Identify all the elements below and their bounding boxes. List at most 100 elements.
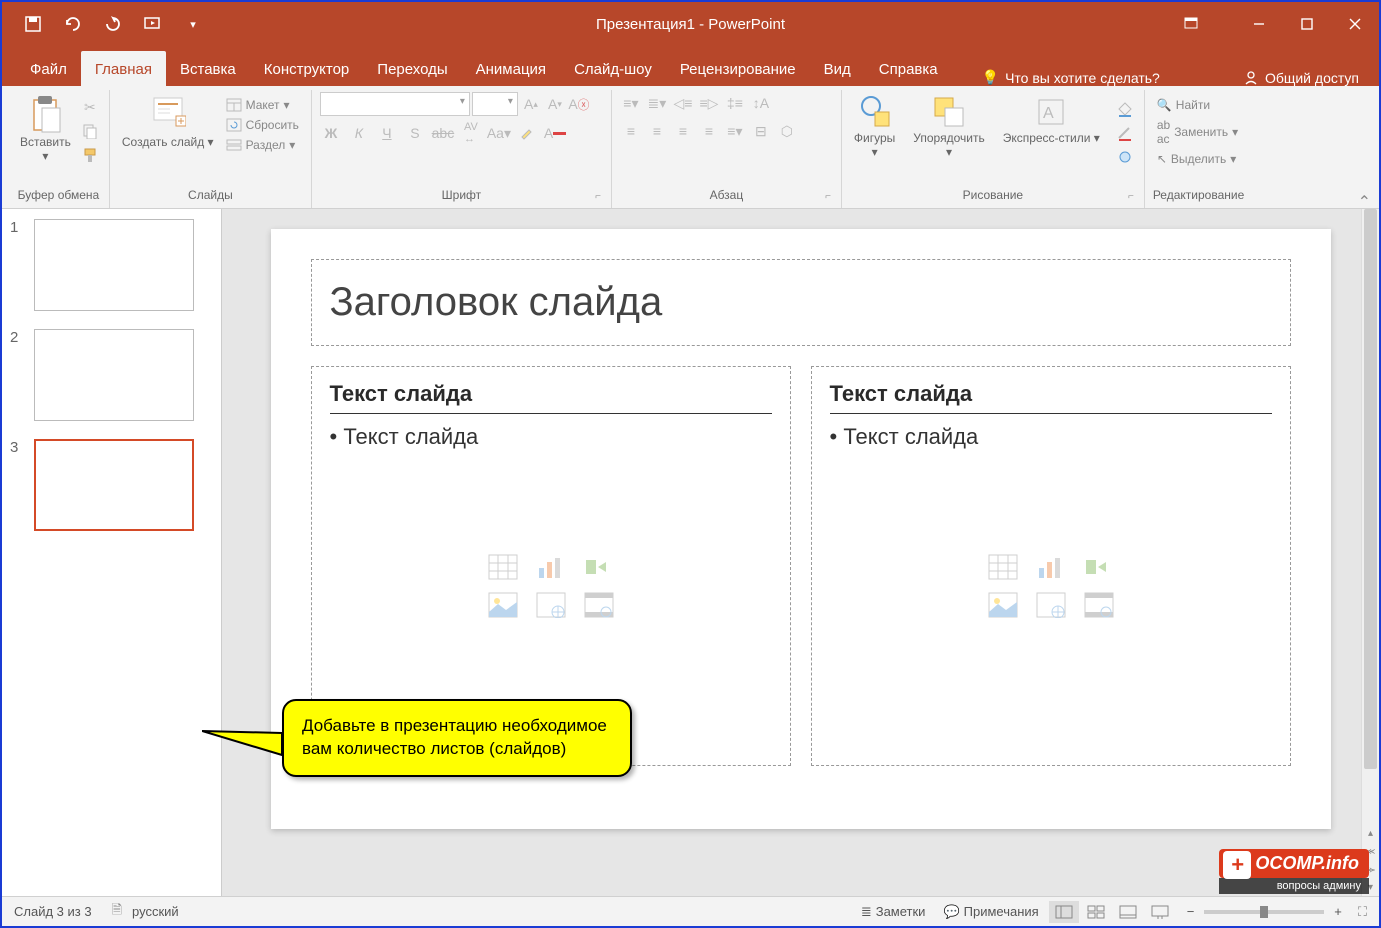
tab-slideshow[interactable]: Слайд-шоу	[560, 51, 666, 86]
align-right-icon[interactable]: ≡	[672, 120, 694, 142]
close-button[interactable]	[1331, 2, 1379, 46]
insert-picture-icon[interactable]	[485, 590, 521, 620]
dialog-launcher-icon[interactable]: ⌐	[1128, 191, 1134, 202]
change-case-icon[interactable]: Aa▾	[488, 122, 510, 144]
section-button[interactable]: Раздел ▾	[222, 136, 303, 154]
char-spacing-icon[interactable]: AV↔	[460, 122, 482, 144]
reset-button[interactable]: Сбросить	[222, 116, 303, 134]
dialog-launcher-icon[interactable]: ⌐	[93, 191, 99, 202]
columns-icon[interactable]: ≡▾	[724, 120, 746, 142]
zoom-slider[interactable]	[1204, 910, 1324, 914]
title-placeholder[interactable]: Заголовок слайда	[311, 259, 1291, 346]
justify-icon[interactable]: ≡	[698, 120, 720, 142]
save-icon[interactable]	[22, 13, 44, 35]
shape-outline-icon[interactable]	[1114, 122, 1136, 144]
underline-icon[interactable]: Ч	[376, 122, 398, 144]
undo-icon[interactable]	[62, 13, 84, 35]
notes-button[interactable]: ≣Заметки	[853, 900, 934, 924]
dialog-launcher-icon[interactable]: ⌐	[825, 191, 831, 202]
replace-button[interactable]: abacЗаменить ▾	[1153, 116, 1242, 148]
scroll-up-icon[interactable]: ▴	[1362, 824, 1379, 842]
insert-smartart-icon[interactable]	[581, 552, 617, 582]
insert-chart-icon[interactable]	[533, 552, 569, 582]
italic-icon[interactable]: К	[348, 122, 370, 144]
language-indicator[interactable]: русский	[132, 904, 179, 919]
tab-file[interactable]: Файл	[16, 51, 81, 86]
clear-formatting-icon[interactable]: Aⓧ	[568, 93, 590, 115]
sorter-view-icon[interactable]	[1081, 901, 1111, 923]
select-button[interactable]: ↖Выделить ▾	[1153, 150, 1242, 168]
shapes-button[interactable]: Фигуры▾	[850, 92, 899, 162]
thumbnail-slide[interactable]	[34, 329, 194, 421]
start-from-beginning-icon[interactable]	[142, 13, 164, 35]
zoom-in-icon[interactable]: +	[1334, 904, 1342, 919]
scrollbar-thumb[interactable]	[1364, 209, 1377, 769]
layout-button[interactable]: Макет ▾	[222, 96, 303, 114]
copy-icon[interactable]	[79, 120, 101, 142]
line-spacing-icon[interactable]: ‡≡	[724, 92, 746, 114]
text-direction-icon[interactable]: ↕A	[750, 92, 772, 114]
shadow-icon[interactable]: S	[404, 122, 426, 144]
insert-chart-icon[interactable]	[1033, 552, 1069, 582]
insert-online-picture-icon[interactable]	[1033, 590, 1069, 620]
shape-fill-icon[interactable]	[1114, 98, 1136, 120]
thumbnail-3[interactable]: 3	[10, 439, 213, 531]
insert-smartart-icon[interactable]	[1081, 552, 1117, 582]
fit-to-window-icon[interactable]: ⛶	[1358, 904, 1367, 920]
align-center-icon[interactable]: ≡	[646, 120, 668, 142]
zoom-out-icon[interactable]: −	[1187, 904, 1195, 919]
tab-home[interactable]: Главная	[81, 51, 166, 86]
bold-icon[interactable]: Ж	[320, 122, 342, 144]
font-family-combo[interactable]	[320, 92, 470, 116]
reading-view-icon[interactable]	[1113, 901, 1143, 923]
tab-view[interactable]: Вид	[810, 51, 865, 86]
tab-insert[interactable]: Вставка	[166, 51, 250, 86]
thumbnail-slide[interactable]	[34, 439, 194, 531]
comments-button[interactable]: 💬Примечания	[935, 900, 1046, 924]
normal-view-icon[interactable]	[1049, 901, 1079, 923]
find-button[interactable]: 🔍Найти	[1153, 96, 1242, 114]
highlight-icon[interactable]	[516, 122, 538, 144]
ribbon-display-icon[interactable]	[1167, 2, 1215, 46]
numbering-icon[interactable]: ≣▾	[646, 92, 668, 114]
font-color-icon[interactable]: A	[544, 122, 566, 144]
shape-effects-icon[interactable]	[1114, 146, 1136, 168]
qat-customize-icon[interactable]: ▾	[182, 13, 204, 35]
thumbnail-1[interactable]: 1	[10, 219, 213, 311]
tab-animations[interactable]: Анимация	[462, 51, 560, 86]
insert-video-icon[interactable]	[1081, 590, 1117, 620]
quick-styles-button[interactable]: A Экспресс-стили ▾	[999, 92, 1104, 148]
thumbnail-2[interactable]: 2	[10, 329, 213, 421]
spellcheck-icon[interactable]: 🗎	[112, 901, 122, 923]
cut-icon[interactable]: ✂	[79, 96, 101, 118]
paste-button[interactable]: Вставить▾	[16, 92, 75, 166]
vertical-scrollbar[interactable]: ▴ ⪻ ⪼ ▾	[1361, 209, 1379, 896]
content-placeholder-right[interactable]: Текст слайда • Текст слайда	[811, 366, 1291, 766]
insert-table-icon[interactable]	[985, 552, 1021, 582]
thumbnail-slide[interactable]	[34, 219, 194, 311]
insert-online-picture-icon[interactable]	[533, 590, 569, 620]
slide-canvas-area[interactable]: Заголовок слайда Текст слайда • Текст сл…	[222, 209, 1379, 896]
decrease-font-icon[interactable]: A▾	[544, 93, 566, 115]
dialog-launcher-icon[interactable]: ⌐	[595, 191, 601, 202]
tell-me-search[interactable]: 💡 Что вы хотите сделать?	[982, 69, 1160, 86]
new-slide-button[interactable]: Создать слайд ▾	[118, 92, 218, 152]
tab-transitions[interactable]: Переходы	[363, 51, 461, 86]
increase-indent-icon[interactable]: ≡▷	[698, 92, 720, 114]
insert-table-icon[interactable]	[485, 552, 521, 582]
minimize-button[interactable]	[1235, 2, 1283, 46]
redo-icon[interactable]	[102, 13, 124, 35]
format-painter-icon[interactable]	[79, 144, 101, 166]
increase-font-icon[interactable]: A▴	[520, 93, 542, 115]
slideshow-view-icon[interactable]	[1145, 901, 1175, 923]
align-left-icon[interactable]: ≡	[620, 120, 642, 142]
tab-design[interactable]: Конструктор	[250, 51, 364, 86]
arrange-button[interactable]: Упорядочить▾	[909, 92, 988, 162]
bullets-icon[interactable]: ≡▾	[620, 92, 642, 114]
smartart-icon[interactable]: ⬡	[776, 120, 798, 142]
tab-help[interactable]: Справка	[865, 51, 952, 86]
insert-video-icon[interactable]	[581, 590, 617, 620]
align-text-icon[interactable]: ⊟	[750, 120, 772, 142]
font-size-combo[interactable]	[472, 92, 518, 116]
share-button[interactable]: Общий доступ	[1243, 70, 1359, 86]
